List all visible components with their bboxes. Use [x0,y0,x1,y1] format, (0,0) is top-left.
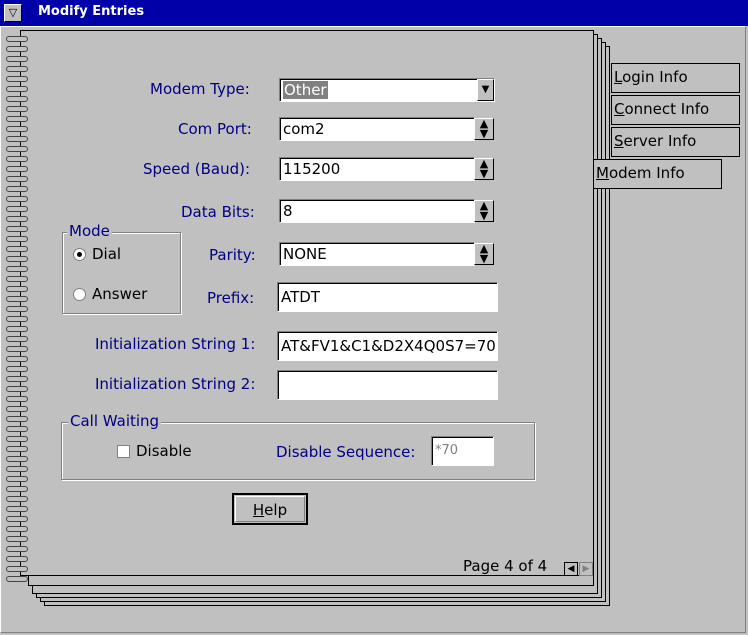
modem-type-dropdown[interactable]: Other [279,78,495,102]
binding-ring [6,156,28,162]
data-bits-label: Data Bits: [181,203,255,221]
binding-ring [6,466,28,472]
speed-label: Speed (Baud): [143,160,251,178]
mode-group-title: Mode [67,222,112,240]
binding-ring [6,556,28,562]
page-back-icon[interactable]: ◀ [564,562,578,576]
binding-ring [6,476,28,482]
binding-ring [6,526,28,532]
parity-field[interactable]: NONE [279,242,475,266]
binding-ring [6,106,28,112]
binding-ring [6,316,28,322]
answer-radio[interactable] [73,288,86,301]
chevron-down-icon[interactable]: ▼ [477,79,494,101]
com-port-field[interactable]: com2 [279,117,475,141]
parity-spin-button[interactable]: ▲ ▼ [474,243,494,265]
binding-ring [6,576,28,582]
binding-ring [6,216,28,222]
binding-ring [6,536,28,542]
binding-ring [6,326,28,332]
system-menu-button[interactable]: ▽ [4,4,22,22]
disable-sequence-label: Disable Sequence: [276,443,416,461]
binding-ring [6,176,28,182]
binding-ring [6,136,28,142]
com-port-label: Com Port: [178,120,252,138]
binding-ring [6,56,28,62]
binding-ring [6,386,28,392]
page-indicator: Page 4 of 4 [463,557,548,575]
binding-ring [6,516,28,522]
binding-ring [6,426,28,432]
binding-ring [6,506,28,512]
dial-radio-label: Dial [92,245,122,263]
binding-ring [6,366,28,372]
binding-ring [6,356,28,362]
binding-ring [6,486,28,492]
binding-ring [6,126,28,132]
help-button-label: Help [252,501,288,519]
binding-ring [6,286,28,292]
binding-ring [6,376,28,382]
prefix-label: Prefix: [207,289,255,307]
binding-ring [6,246,28,252]
binding-ring [6,196,28,202]
answer-radio-label: Answer [92,285,148,303]
tab-login-info[interactable]: Login Info [611,63,740,93]
modem-type-value: Other [283,81,328,99]
binding-ring [6,446,28,452]
data-bits-spin-button[interactable]: ▲ ▼ [474,200,494,222]
init-string-2-label: Initialization String 2: [95,375,256,393]
tab-connect-info[interactable]: Connect Info [611,95,740,125]
data-bits-field[interactable]: 8 [279,199,475,223]
binding-ring [6,236,28,242]
init-string-1-field[interactable]: AT&FV1&C1&D2X4Q0S7=70 [277,331,498,361]
binding-ring [6,96,28,102]
disable-checkbox-label: Disable [136,442,192,460]
binding-ring [6,306,28,312]
dial-radio[interactable] [73,248,86,261]
disable-checkbox[interactable] [117,445,130,458]
binding-ring [6,406,28,412]
init-string-1-label: Initialization String 1: [95,335,256,353]
speed-field[interactable]: 115200 [279,157,475,181]
disable-sequence-field[interactable]: *70 [431,436,494,466]
binding-ring [6,76,28,82]
binding-ring [6,416,28,422]
init-string-2-field[interactable] [277,370,498,400]
binding-ring [6,496,28,502]
speed-spin-button[interactable]: ▲ ▼ [474,158,494,180]
binding-ring [6,566,28,572]
binding-ring [6,256,28,262]
help-button[interactable]: Help [232,493,308,525]
prefix-field[interactable]: ATDT [277,282,498,312]
binding-ring [6,116,28,122]
binding-ring [6,86,28,92]
tab-server-info[interactable]: Server Info [611,127,740,157]
modem-type-label: Modem Type: [150,80,250,98]
title-bar: ▽ Modify Entries [0,0,748,26]
binding-ring [6,436,28,442]
binding-ring [6,336,28,342]
page-forward-icon[interactable]: ▶ [579,562,593,576]
binding-ring [6,206,28,212]
tab-modem-info[interactable]: Modem Info [593,159,722,189]
binding-ring [6,346,28,352]
binding-ring [6,46,28,52]
binding-ring [6,456,28,462]
binding-ring [6,226,28,232]
binding-ring [6,276,28,282]
binding-ring [6,546,28,552]
binding-ring [6,186,28,192]
binding-ring [6,396,28,402]
binding-ring [6,166,28,172]
binding-ring [6,66,28,72]
window-title: Modify Entries [38,4,145,19]
binding-ring [6,266,28,272]
binding-ring [6,296,28,302]
parity-label: Parity: [209,246,256,264]
binding-ring [6,146,28,152]
com-port-spin-button[interactable]: ▲ ▼ [474,118,494,140]
binding-ring [6,36,28,42]
call-waiting-title: Call Waiting [68,412,162,430]
